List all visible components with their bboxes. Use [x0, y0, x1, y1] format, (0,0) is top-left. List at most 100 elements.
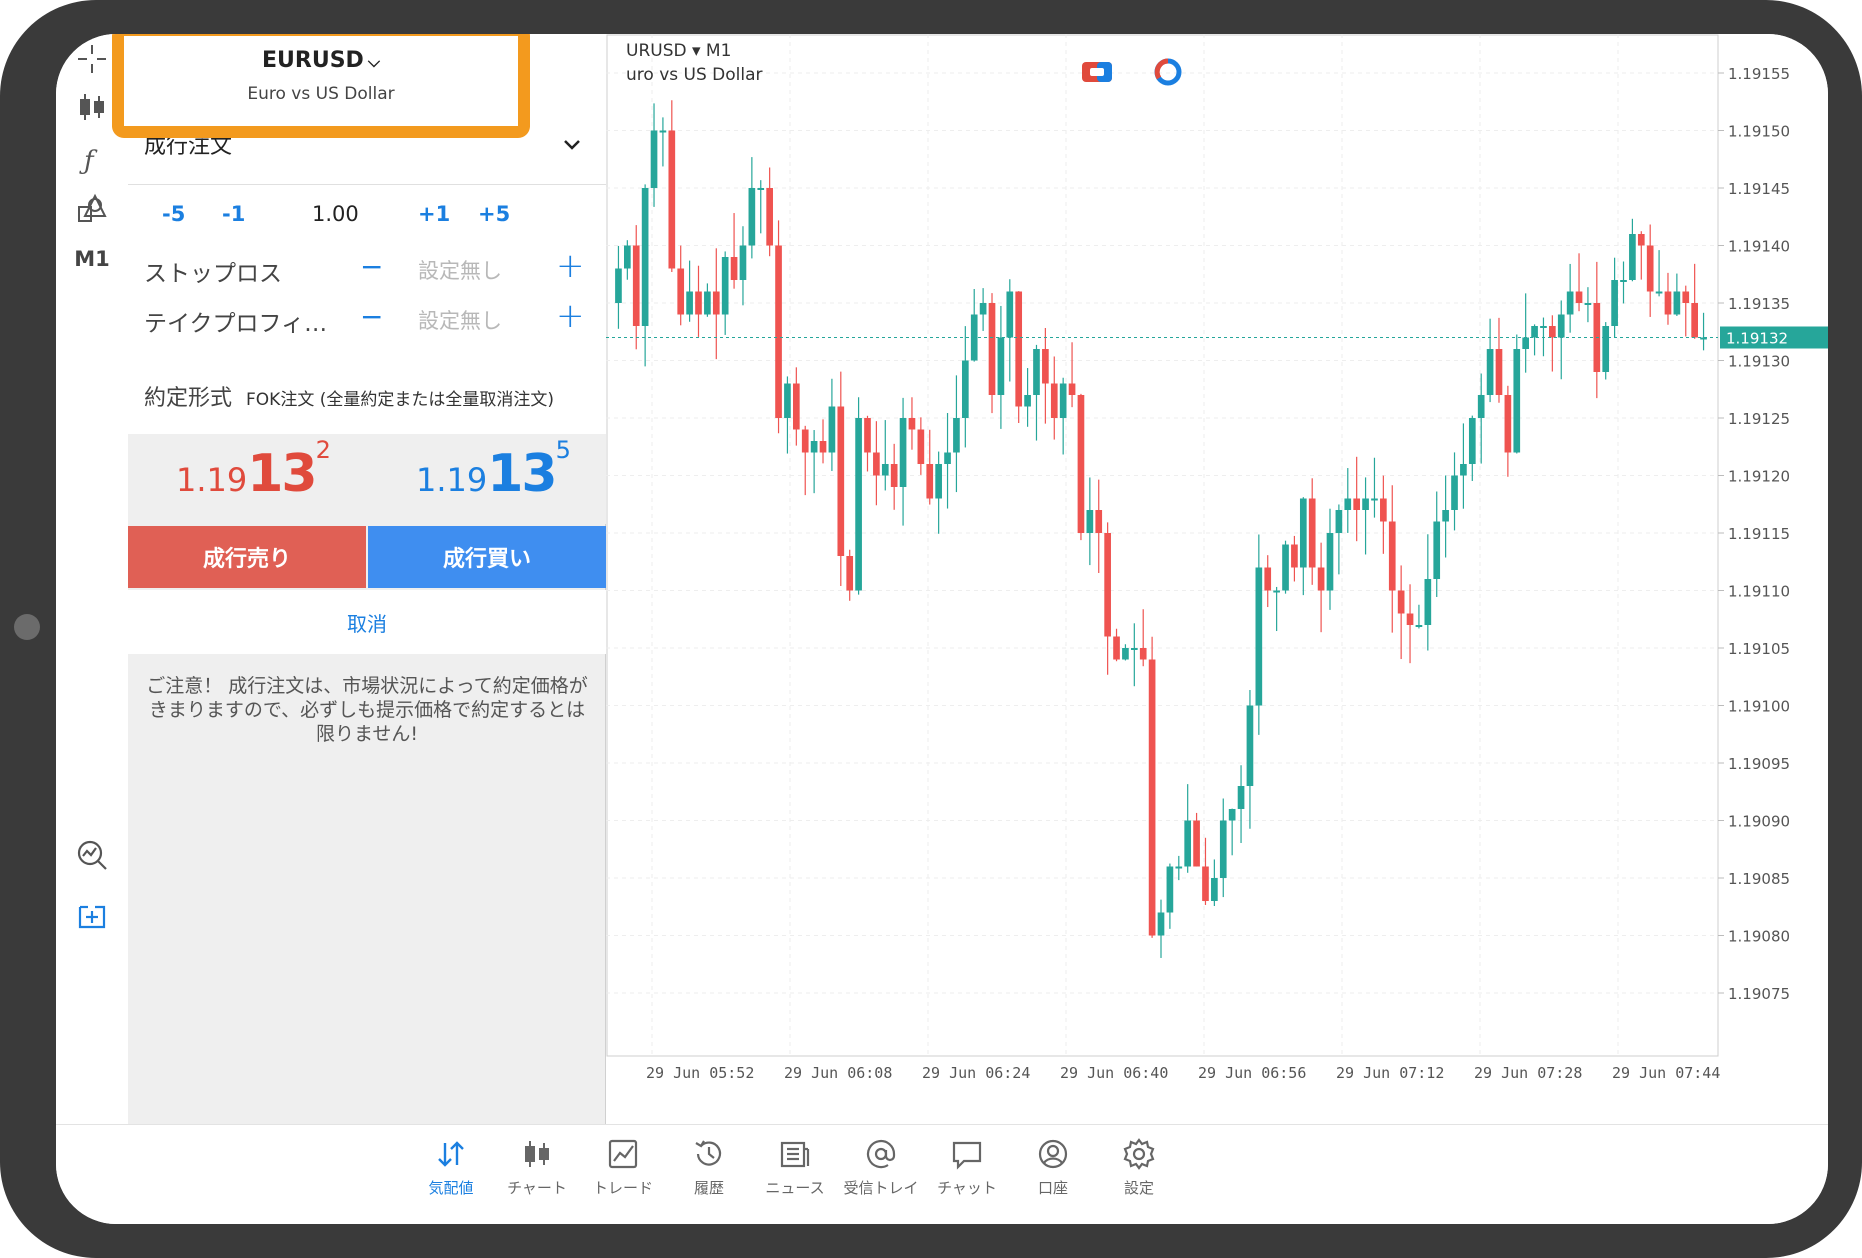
nav-item-history[interactable]: 履歴 [664, 1137, 754, 1198]
timeframe-button[interactable]: M1 [64, 234, 120, 284]
candle-body [792, 383, 800, 430]
y-tick-label: 1.19155 [1728, 65, 1790, 83]
x-tick-label: 29 Jun 06:24 [922, 1064, 1030, 1082]
y-tick-label: 1.19090 [1728, 813, 1790, 831]
fill-policy-value: FOK注文 (全量約定または全量取消注文) [246, 390, 554, 410]
stop-loss-plus-button[interactable]: + [556, 246, 585, 286]
candle-body [810, 441, 818, 453]
take-profit-field[interactable]: 設定無し [418, 305, 502, 335]
candle-body [1077, 395, 1085, 533]
candle-body [659, 130, 667, 133]
take-profit-label: テイクプロフィ… [144, 311, 328, 337]
fill-policy-row[interactable]: 約定形式 FOK注文 (全量約定または全量取消注文) [144, 380, 604, 414]
candle-body [1246, 705, 1254, 786]
candle-body [1531, 326, 1538, 338]
candle-body [677, 268, 685, 315]
candle-body [1219, 820, 1227, 878]
candle-body [757, 188, 765, 190]
candle-body [1629, 234, 1636, 280]
volume-minus5-button[interactable]: -5 [162, 202, 185, 226]
candle-body [864, 418, 871, 453]
y-tick-label: 1.19125 [1728, 410, 1790, 428]
nav-item-account[interactable]: 口座 [1008, 1137, 1098, 1198]
take-profit-minus-button[interactable]: − [360, 300, 383, 333]
stop-loss-minus-button[interactable]: − [360, 250, 383, 283]
svg-text:ƒ: ƒ [79, 146, 98, 176]
nav-item-chat[interactable]: チャット [922, 1137, 1012, 1198]
volume-plus1-button[interactable]: +1 [418, 202, 450, 226]
candle-body [712, 291, 720, 315]
device-frame: ƒ M1 成行注文 -5 -1 1.00 +1 +5 ストップロス − 設定無し… [0, 0, 1862, 1258]
nav-item-settings[interactable]: 設定 [1094, 1137, 1184, 1198]
candle-body [1344, 498, 1352, 510]
candle-body [624, 245, 631, 269]
candle-body [1139, 648, 1147, 660]
volume-plus5-button[interactable]: +5 [478, 202, 510, 226]
candle-body [641, 188, 649, 326]
nav-item-label: 口座 [1037, 1179, 1068, 1197]
nav-item-label: ニュース [765, 1179, 825, 1197]
candle-body [704, 291, 711, 315]
candle-body [1388, 521, 1396, 591]
candle-body [1264, 567, 1272, 591]
candle-body [1104, 533, 1111, 637]
symbol-description: Euro vs US Dollar [247, 84, 395, 104]
x-tick-label: 29 Jun 06:56 [1198, 1064, 1306, 1082]
divider [128, 184, 606, 185]
price-chart[interactable]: 1.19155 1.19150 1.19145 1.19140 1.19135 1.191… [606, 34, 1828, 1124]
candle-body [1584, 303, 1592, 305]
candle-body [873, 452, 880, 476]
indicator-icon[interactable]: ƒ [64, 134, 120, 184]
x-tick-label: 29 Jun 06:40 [1060, 1064, 1168, 1082]
bid-price: 1.19132 [176, 436, 331, 504]
candle-body [1273, 590, 1280, 593]
volume-value[interactable]: 1.00 [312, 202, 359, 226]
candle-body [1059, 383, 1067, 418]
nav-item-quotes[interactable]: 気配値 [406, 1137, 496, 1198]
candle-body [1575, 291, 1583, 303]
candle-body [846, 556, 854, 591]
market-watch-icon[interactable] [64, 830, 120, 880]
candle-body [1549, 326, 1556, 338]
nav-item-mail[interactable]: 受信トレイ [836, 1137, 926, 1198]
trade-icon [578, 1137, 668, 1171]
candle-body [1397, 590, 1405, 614]
chevron-down-icon: ⌵ [367, 52, 380, 71]
nav-item-news[interactable]: ニュース [750, 1137, 840, 1198]
x-tick-label: 29 Jun 05:52 [646, 1064, 754, 1082]
nav-item-label: トレード [592, 1179, 653, 1197]
candle-body [1540, 326, 1547, 328]
candle-body [1255, 567, 1263, 706]
candle-body [1646, 245, 1654, 292]
symbol-selector[interactable]: EURUSD ⌵ Euro vs US Dollar [112, 34, 530, 138]
chat-icon [922, 1137, 1012, 1171]
y-tick-label: 1.19075 [1728, 985, 1790, 1003]
sell-by-market-button[interactable]: 成行売り [128, 526, 366, 588]
new-order-icon[interactable] [64, 890, 120, 940]
candle-body [801, 429, 809, 453]
chart-icon [492, 1137, 582, 1171]
candle-body [632, 245, 640, 326]
volume-minus1-button[interactable]: -1 [222, 202, 245, 226]
nav-item-trade[interactable]: トレード [578, 1137, 668, 1198]
x-tick-label: 29 Jun 06:08 [784, 1064, 892, 1082]
objects-icon[interactable] [64, 184, 120, 234]
buy-by-market-button[interactable]: 成行買い [368, 526, 606, 588]
y-tick-label: 1.19115 [1728, 525, 1790, 543]
one-click-trading-icon[interactable] [1082, 62, 1112, 82]
candle-body [944, 452, 951, 464]
nav-item-chart[interactable]: チャート [492, 1137, 582, 1198]
bottom-navigation: 気配値 チャート トレード 履歴 ニュース 受信トレイ チャット 口座 設定 [56, 1124, 1828, 1224]
candle-body [1237, 786, 1245, 809]
take-profit-plus-button[interactable]: + [556, 296, 585, 336]
nav-item-label: 気配値 [428, 1179, 474, 1197]
chart-canvas: 1.19155 1.19150 1.19145 1.19140 1.19135 1.191… [606, 34, 1828, 1082]
cancel-button[interactable]: 取消 [347, 608, 387, 637]
account-icon [1008, 1137, 1098, 1171]
nav-item-label: 履歴 [693, 1179, 724, 1197]
candle-body [1691, 303, 1698, 338]
candle-body [1557, 314, 1565, 338]
stop-loss-field[interactable]: 設定無し [418, 255, 502, 285]
candle-body [1130, 648, 1138, 650]
nav-item-label: チャート [507, 1179, 567, 1197]
